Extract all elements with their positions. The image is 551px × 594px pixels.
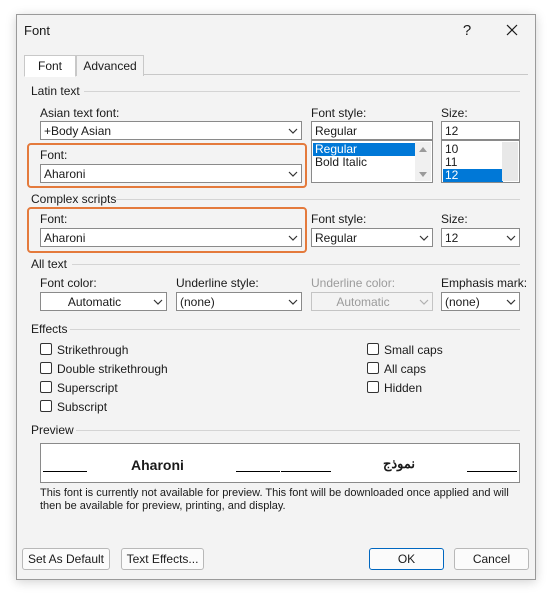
complex-font-label: Font: — [40, 212, 68, 226]
alltext-rule — [72, 264, 520, 265]
latin-size-value: 12 — [445, 124, 459, 138]
small-caps-checkbox[interactable] — [367, 343, 379, 355]
list-item[interactable]: Bold Italic — [313, 156, 415, 169]
font-color-value: Automatic — [67, 295, 122, 309]
latin-style-value: Regular — [315, 124, 358, 138]
latin-style-list[interactable]: Regular Bold Italic — [311, 140, 433, 183]
complex-font-combo[interactable]: Aharoni — [40, 228, 302, 247]
preview-line — [236, 471, 280, 472]
chevron-down-icon — [502, 293, 519, 310]
latin-size-list[interactable]: 10 11 12 — [441, 140, 520, 183]
complex-rule — [116, 199, 520, 200]
strikethrough-label: Strikethrough — [57, 343, 129, 357]
asian-font-label: Asian text font: — [40, 106, 120, 120]
superscript-checkbox[interactable] — [40, 381, 52, 393]
hidden-label: Hidden — [384, 381, 423, 395]
font-color-label: Font color: — [40, 276, 97, 290]
latin-section-title: Latin text — [31, 84, 80, 98]
set-as-default-button[interactable]: Set As Default — [22, 548, 110, 570]
hidden-checkbox[interactable] — [367, 381, 379, 393]
cancel-button[interactable]: Cancel — [454, 548, 529, 570]
subscript-checkbox[interactable] — [40, 400, 52, 412]
complex-font-value: Aharoni — [44, 231, 86, 245]
chevron-down-icon — [284, 293, 301, 310]
close-icon — [506, 24, 518, 36]
tab-font-label: Font — [37, 59, 62, 73]
window-title: Font — [24, 23, 51, 38]
double-strikethrough-checkbox[interactable] — [40, 362, 52, 374]
asian-font-value: +Body Asian — [44, 124, 112, 138]
underline-style-value: (none) — [180, 295, 215, 309]
preview-rule — [76, 430, 520, 431]
asian-font-combo[interactable]: +Body Asian — [40, 121, 302, 140]
scroll-down-icon[interactable] — [419, 172, 427, 177]
preview-line — [467, 471, 517, 472]
latin-font-value: Aharoni — [44, 167, 86, 181]
preview-box: Aharoni نموذج — [40, 443, 520, 483]
close-button[interactable] — [497, 18, 527, 42]
latin-font-label: Font: — [40, 148, 68, 162]
latin-font-combo[interactable]: Aharoni — [40, 164, 302, 183]
double-strikethrough-label: Double strikethrough — [57, 362, 168, 376]
latin-style-label: Font style: — [311, 106, 367, 120]
ok-button[interactable]: OK — [369, 548, 444, 570]
complex-style-value: Regular — [315, 231, 358, 245]
chevron-down-icon — [284, 229, 301, 246]
chevron-down-icon — [149, 293, 166, 310]
tab-advanced[interactable]: Advanced — [76, 55, 144, 76]
all-caps-checkbox[interactable] — [367, 362, 379, 374]
latin-size-label: Size: — [441, 106, 468, 120]
preview-note: This font is currently not available for… — [40, 487, 509, 512]
chevron-down-icon — [284, 165, 301, 182]
preview-line — [43, 471, 87, 472]
underline-style-combo[interactable]: (none) — [176, 292, 302, 311]
complex-size-label: Size: — [441, 212, 468, 226]
all-caps-label: All caps — [384, 362, 427, 376]
tab-advanced-label: Advanced — [83, 59, 137, 73]
emphasis-mark-value: (none) — [445, 295, 480, 309]
chevron-down-icon — [415, 229, 432, 246]
tab-font[interactable]: Font — [24, 55, 76, 77]
complex-size-value: 12 — [445, 231, 459, 245]
preview-latin-sample: Aharoni — [131, 457, 184, 473]
scroll-up-icon[interactable] — [419, 147, 427, 152]
latin-style-scrollbar[interactable] — [415, 142, 431, 181]
latin-size-input[interactable]: 12 — [441, 121, 520, 140]
preview-section-title: Preview — [31, 423, 74, 437]
emphasis-mark-label: Emphasis mark: — [441, 276, 528, 290]
underline-style-label: Underline style: — [176, 276, 259, 290]
preview-line — [281, 471, 331, 472]
preview-complex-sample: نموذج — [383, 456, 416, 471]
complex-size-combo[interactable]: 12 — [441, 228, 520, 247]
complex-style-combo[interactable]: Regular — [311, 228, 433, 247]
latin-rule — [84, 91, 520, 92]
list-item[interactable]: 12 — [443, 169, 503, 182]
effects-rule — [70, 329, 520, 330]
font-color-combo[interactable]: Automatic — [40, 292, 167, 311]
chevron-down-icon — [415, 293, 432, 310]
chevron-down-icon — [502, 229, 519, 246]
effects-section-title: Effects — [31, 322, 68, 336]
emphasis-mark-combo[interactable]: (none) — [441, 292, 520, 311]
text-effects-button[interactable]: Text Effects... — [121, 548, 204, 570]
small-caps-label: Small caps — [384, 343, 443, 357]
latin-size-scrollbar[interactable] — [502, 142, 518, 181]
latin-style-input[interactable]: Regular — [311, 121, 433, 140]
chevron-down-icon — [284, 122, 301, 139]
underline-color-value: Automatic — [336, 295, 390, 309]
complex-style-label: Font style: — [311, 212, 367, 226]
complex-section-title: Complex scripts — [31, 192, 117, 206]
underline-color-label: Underline color: — [311, 276, 396, 290]
help-button[interactable]: ? — [452, 18, 482, 42]
superscript-label: Superscript — [57, 381, 118, 395]
strikethrough-checkbox[interactable] — [40, 343, 52, 355]
subscript-label: Subscript — [57, 400, 108, 414]
underline-color-combo[interactable]: Automatic — [311, 292, 433, 311]
alltext-section-title: All text — [31, 257, 68, 271]
